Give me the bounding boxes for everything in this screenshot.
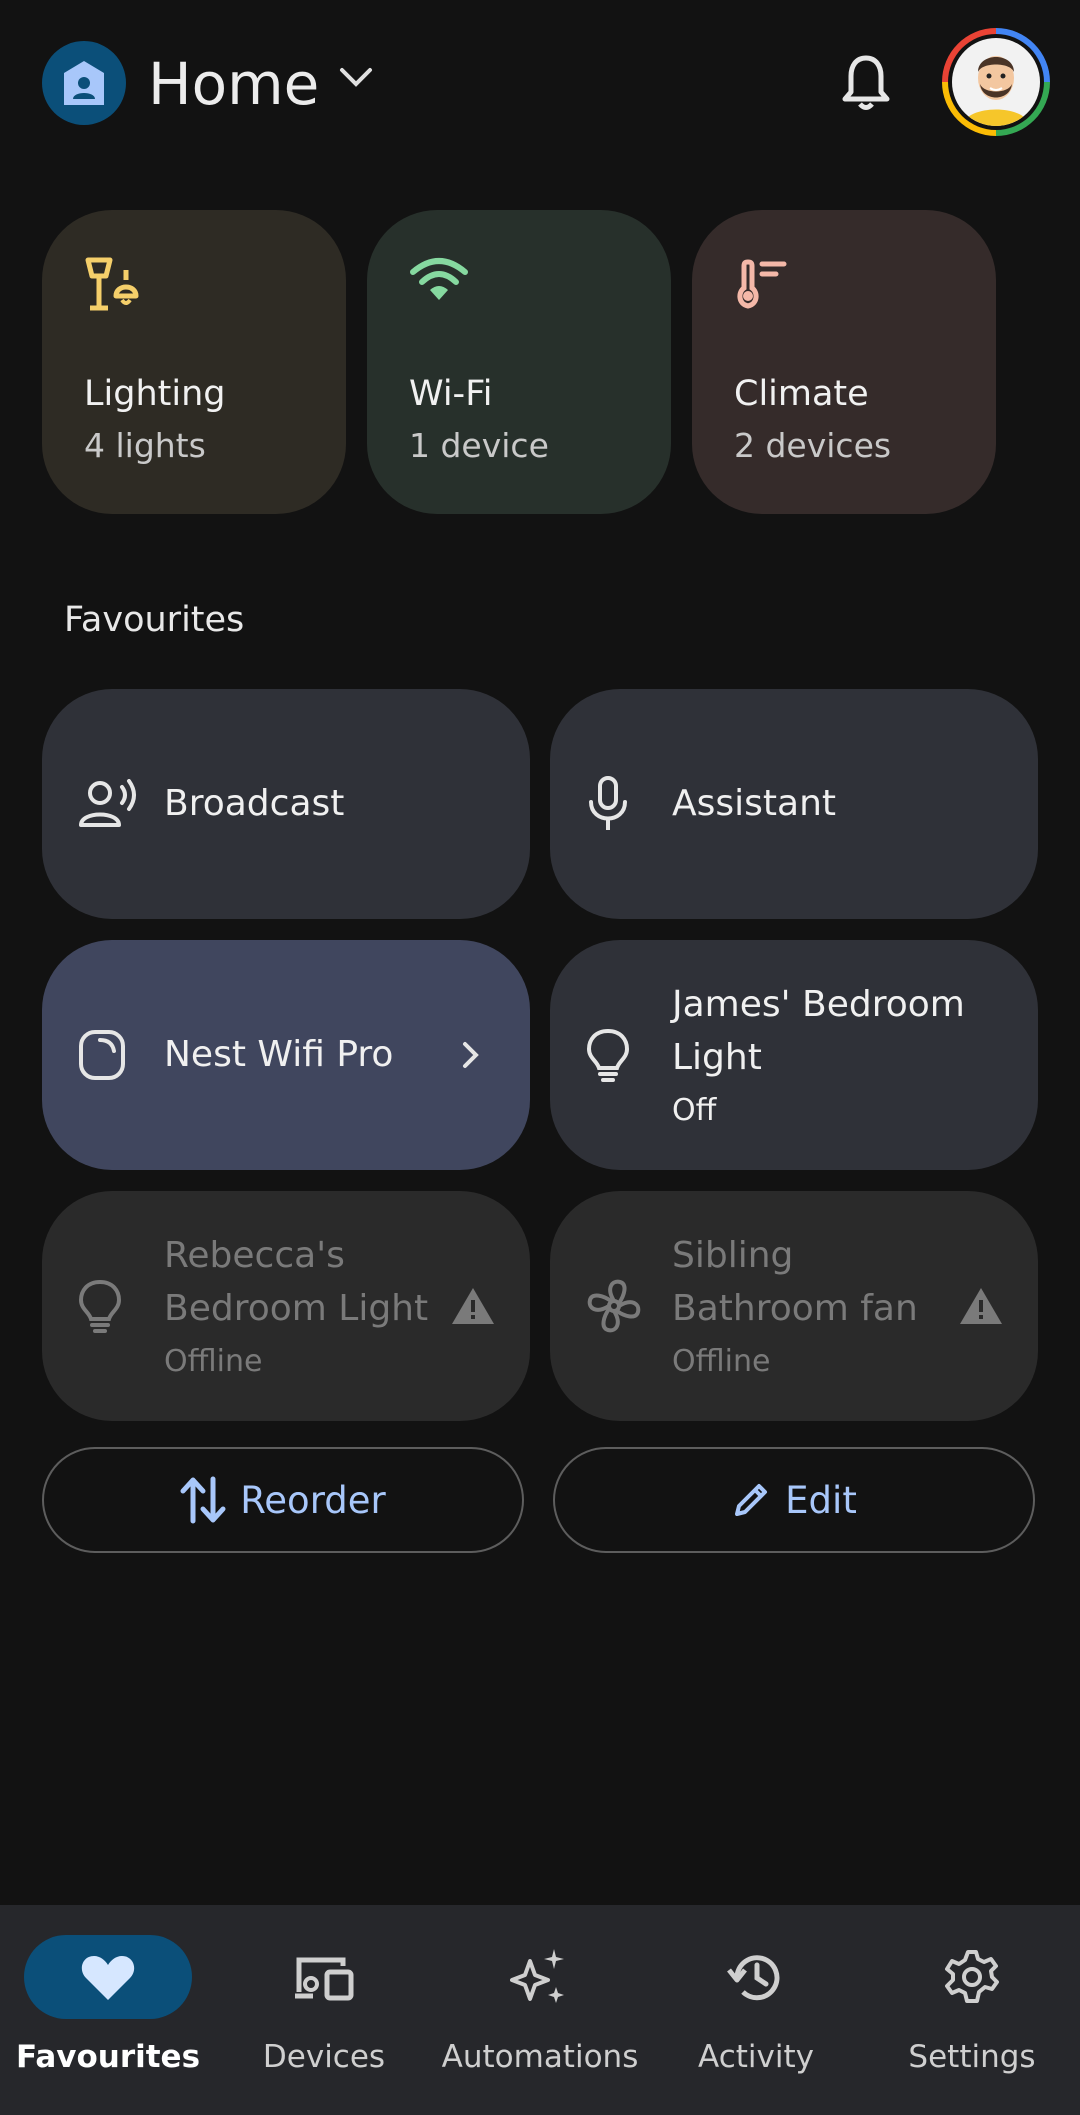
favourite-james-bedroom-light[interactable]: James' Bedroom Light Off: [550, 940, 1038, 1170]
lamp-icon: [85, 257, 139, 311]
favourite-assistant[interactable]: Assistant: [550, 689, 1038, 919]
account-avatar[interactable]: [942, 28, 1050, 136]
tile-label: Nest Wifi Pro: [164, 1034, 394, 1075]
history-icon: [727, 1955, 780, 2001]
warning-icon: [452, 1288, 494, 1324]
pencil-icon: [735, 1484, 768, 1516]
tile-label-line1: Rebecca's: [164, 1235, 345, 1276]
chevron-down-icon[interactable]: [338, 66, 374, 90]
heart-icon: [81, 1956, 135, 2000]
nav-label: Settings: [908, 2039, 1036, 2075]
bottom-navigation: Favourites Devices Automations Activity …: [0, 1905, 1080, 2115]
nav-label: Activity: [698, 2039, 814, 2075]
category-wifi[interactable]: Wi-Fi 1 device: [367, 210, 671, 514]
broadcast-icon: [79, 779, 136, 827]
favourite-rebecca-bedroom-light[interactable]: Rebecca's Bedroom Light Offline: [42, 1191, 530, 1421]
thermostat-icon: [737, 259, 787, 309]
microphone-icon: [589, 776, 627, 830]
nav-label: Automations: [441, 2039, 639, 2075]
chevron-right-icon: [463, 1042, 479, 1068]
bulb-icon: [586, 1028, 630, 1082]
favourite-nest-wifi-pro[interactable]: Nest Wifi Pro: [42, 940, 530, 1170]
home-icon: [64, 61, 104, 105]
nav-activity[interactable]: Activity: [648, 1935, 864, 2095]
home-selector-title[interactable]: Home: [148, 44, 319, 124]
category-lighting[interactable]: Lighting 4 lights: [42, 210, 346, 514]
edit-label: Edit: [785, 1478, 857, 1522]
nav-label: Favourites: [15, 2039, 201, 2075]
devices-icon: [295, 1957, 354, 2001]
reorder-icon: [180, 1476, 226, 1524]
tile-label-line1: James' Bedroom: [672, 984, 965, 1025]
sparkle-icon: [510, 1949, 564, 2003]
nav-favourites[interactable]: Favourites: [0, 1935, 216, 2095]
avatar-illustration: [952, 38, 1040, 126]
tile-status: Offline: [164, 1344, 263, 1379]
tile-status: Off: [672, 1093, 717, 1128]
tile-label-line1: Sibling: [672, 1235, 794, 1276]
wifi-icon: [410, 258, 468, 300]
reorder-label: Reorder: [240, 1478, 386, 1522]
router-icon: [79, 1030, 125, 1080]
bulb-icon: [78, 1279, 122, 1333]
category-title: Climate: [734, 374, 869, 414]
gear-icon: [945, 1950, 999, 2003]
reorder-button[interactable]: Reorder: [42, 1447, 524, 1553]
bell-icon[interactable]: [840, 54, 892, 114]
favourite-sibling-bathroom-fan[interactable]: Sibling Bathroom fan Offline: [550, 1191, 1038, 1421]
home-icon-badge[interactable]: [42, 41, 126, 125]
favourite-broadcast[interactable]: Broadcast: [42, 689, 530, 919]
favourites-heading: Favourites: [64, 600, 245, 640]
tile-label: Broadcast: [164, 783, 345, 824]
category-subtitle: 2 devices: [734, 426, 892, 465]
warning-icon: [960, 1288, 1002, 1324]
nav-label: Devices: [262, 2039, 386, 2075]
tile-label: Assistant: [672, 783, 837, 824]
nav-devices[interactable]: Devices: [216, 1935, 432, 2095]
category-title: Wi-Fi: [409, 374, 493, 414]
tile-label-line2: Bedroom Light: [164, 1288, 429, 1329]
tile-status: Offline: [672, 1344, 771, 1379]
tile-label-line2: Light: [672, 1037, 762, 1078]
nav-automations[interactable]: Automations: [432, 1935, 648, 2095]
category-subtitle: 1 device: [409, 426, 549, 465]
category-subtitle: 4 lights: [84, 426, 206, 465]
category-title: Lighting: [84, 374, 226, 414]
category-climate[interactable]: Climate 2 devices: [692, 210, 996, 514]
edit-button[interactable]: Edit: [553, 1447, 1035, 1553]
tile-label-line2: Bathroom fan: [672, 1288, 918, 1329]
fan-icon: [587, 1279, 641, 1333]
nav-settings[interactable]: Settings: [864, 1935, 1080, 2095]
